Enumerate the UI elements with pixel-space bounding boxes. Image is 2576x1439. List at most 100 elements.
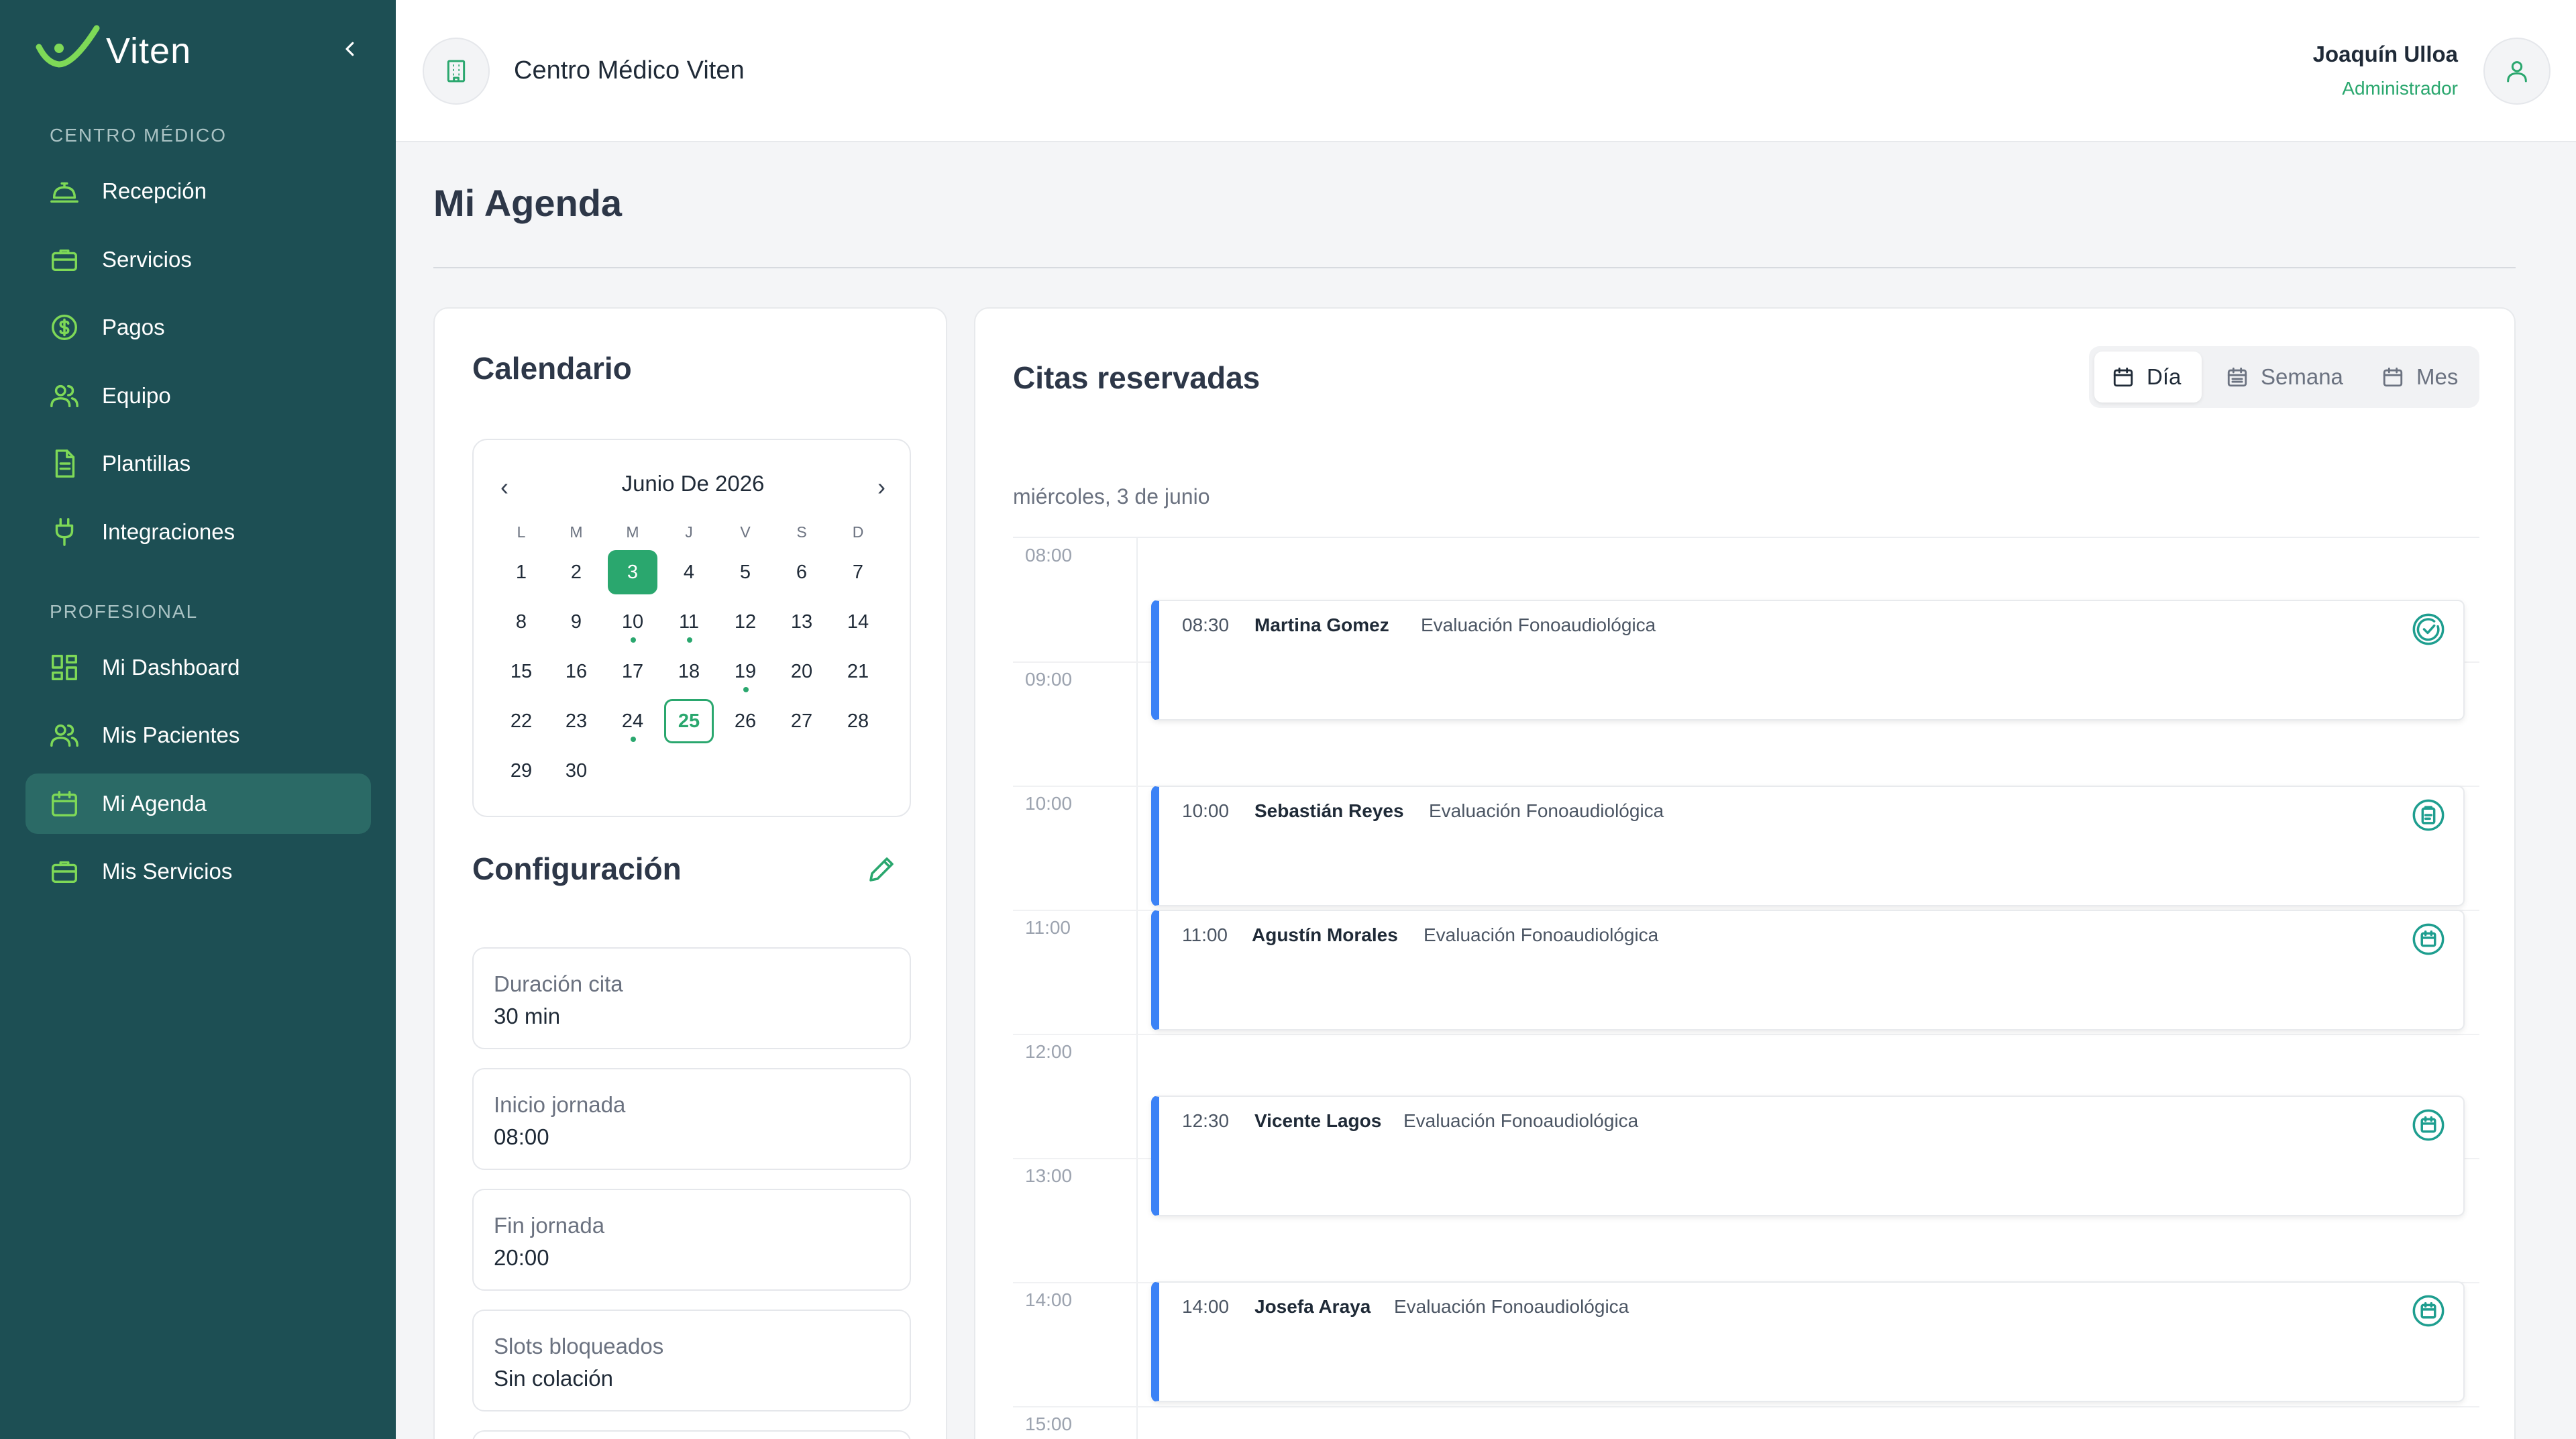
appointment-indicator-dot bbox=[687, 637, 692, 643]
sidebar-item-servicios[interactable]: Servicios bbox=[25, 229, 371, 290]
time-label: 15:00 bbox=[1025, 1414, 1073, 1434]
calendar-day-number: 4 bbox=[683, 561, 695, 583]
sidebar-item-label: Plantillas bbox=[102, 451, 191, 476]
sidebar-item-mi-agenda[interactable]: Mi Agenda bbox=[25, 774, 371, 834]
calendar-day-number: 11 bbox=[678, 610, 700, 633]
config-slots-bloqueados[interactable]: Slots bloqueados Sin colación bbox=[472, 1310, 911, 1411]
calendar-day[interactable]: 22 bbox=[496, 699, 546, 743]
calendar-circle-icon[interactable] bbox=[2411, 922, 2446, 957]
config-card-partial[interactable] bbox=[472, 1430, 911, 1439]
calendar-day[interactable]: 9 bbox=[551, 600, 601, 644]
view-month-button[interactable]: Mes bbox=[2364, 352, 2474, 403]
sidebar-item-mi-dashboard[interactable]: Mi Dashboard bbox=[25, 637, 371, 698]
appointment-time: 08:30 bbox=[1182, 615, 1230, 635]
calendar-day-number: 22 bbox=[510, 710, 533, 732]
user-avatar-button[interactable] bbox=[2483, 38, 2551, 105]
calendar-day[interactable]: 19 bbox=[720, 649, 770, 694]
calendar-day[interactable]: 3 bbox=[608, 550, 657, 594]
appointment-indicator-dot bbox=[743, 687, 749, 692]
view-week-button[interactable]: Semana bbox=[2208, 352, 2356, 403]
calendar-day-number: 1 bbox=[515, 561, 527, 583]
calendar-day[interactable]: 12 bbox=[720, 600, 770, 644]
time-label: 08:00 bbox=[1025, 545, 1073, 566]
calendar-day[interactable]: 27 bbox=[777, 699, 826, 743]
calendar-day-number: 3 bbox=[627, 561, 639, 583]
calendar-day[interactable]: 16 bbox=[551, 649, 601, 694]
calendar-day[interactable]: 30 bbox=[551, 749, 601, 793]
calendar-day[interactable]: 8 bbox=[496, 600, 546, 644]
appointment-card[interactable]: 11:00 Agustín Morales Evaluación Fonoaud… bbox=[1151, 910, 2465, 1030]
calendar-day-number: 30 bbox=[565, 759, 588, 782]
calendar-day-number: 5 bbox=[739, 561, 751, 583]
sidebar: Viten CENTRO MÉDICO Recepción Servicios … bbox=[0, 0, 396, 1439]
calendar-day[interactable]: 26 bbox=[720, 699, 770, 743]
sidebar-item-recepcion[interactable]: Recepción bbox=[25, 161, 371, 221]
view-label: Día bbox=[2147, 364, 2182, 389]
sidebar-item-plantillas[interactable]: Plantillas bbox=[25, 433, 371, 494]
calendar-day-number: 19 bbox=[734, 660, 757, 682]
calendar-day[interactable]: 5 bbox=[720, 550, 770, 594]
calendar-day[interactable]: 14 bbox=[833, 600, 883, 644]
config-inicio-jornada[interactable]: Inicio jornada 08:00 bbox=[472, 1068, 911, 1170]
sidebar-item-mis-servicios[interactable]: Mis Servicios bbox=[25, 841, 371, 902]
configuracion-heading: Configuración bbox=[472, 851, 682, 886]
calendar-day[interactable]: 13 bbox=[777, 600, 826, 644]
appointment-card[interactable]: 12:30 Vicente Lagos Evaluación Fonoaudio… bbox=[1151, 1096, 2465, 1216]
calendar-circle-icon[interactable] bbox=[2411, 1108, 2446, 1142]
calendar-day-number: 8 bbox=[515, 610, 527, 633]
calendar-day[interactable]: 2 bbox=[551, 550, 601, 594]
sidebar-item-label: Mis Servicios bbox=[102, 859, 233, 884]
edit-config-button[interactable] bbox=[861, 849, 902, 890]
time-label: 13:00 bbox=[1025, 1165, 1073, 1186]
briefcase-icon bbox=[48, 855, 80, 888]
config-duracion-cita[interactable]: Duración cita 30 min bbox=[472, 947, 911, 1049]
sidebar-item-integraciones[interactable]: Integraciones bbox=[25, 502, 371, 562]
appointment-patient: Josefa Araya bbox=[1254, 1296, 1371, 1317]
calendar-day[interactable]: 23 bbox=[551, 699, 601, 743]
organization-button[interactable] bbox=[423, 38, 490, 105]
calendar-day[interactable]: 18 bbox=[664, 649, 714, 694]
calendar-day[interactable]: 11 bbox=[664, 600, 714, 644]
calendar-day[interactable]: 7 bbox=[833, 550, 883, 594]
appointment-patient: Vicente Lagos bbox=[1254, 1110, 1382, 1131]
brand-logo[interactable]: Viten bbox=[35, 24, 191, 78]
appointment-card[interactable]: 08:30 Martina Gomez Evaluación Fonoaudio… bbox=[1151, 600, 2465, 721]
config-fin-jornada[interactable]: Fin jornada 20:00 bbox=[472, 1189, 911, 1291]
calendar-day[interactable]: 4 bbox=[664, 550, 714, 594]
calendar-day[interactable]: 1 bbox=[496, 550, 546, 594]
calendar-day[interactable]: 25 bbox=[664, 699, 714, 743]
next-month-button[interactable]: › bbox=[861, 467, 902, 507]
calendar-circle-icon[interactable] bbox=[2411, 1293, 2446, 1328]
appointment-service: Evaluación Fonoaudiológica bbox=[1421, 615, 1656, 635]
appointment-card[interactable]: 14:00 Josefa Araya Evaluación Fonoaudiol… bbox=[1151, 1281, 2465, 1402]
calendar-day-number: 6 bbox=[796, 561, 808, 583]
view-day-button[interactable]: Día bbox=[2094, 352, 2202, 403]
calendar-day[interactable]: 20 bbox=[777, 649, 826, 694]
sidebar-item-equipo[interactable]: Equipo bbox=[25, 366, 371, 426]
calendar-day-number: 7 bbox=[852, 561, 864, 583]
appointment-indicator-dot bbox=[631, 637, 636, 643]
calendar-day[interactable]: 17 bbox=[608, 649, 657, 694]
organization-name: Centro Médico Viten bbox=[514, 56, 745, 85]
calendar-day[interactable]: 6 bbox=[777, 550, 826, 594]
check-circle-icon[interactable] bbox=[2411, 612, 2446, 647]
calendar-day[interactable]: 10 bbox=[608, 600, 657, 644]
clipboard-icon[interactable] bbox=[2411, 798, 2446, 833]
calendar-day[interactable]: 15 bbox=[496, 649, 546, 694]
calendar-day[interactable]: 24 bbox=[608, 699, 657, 743]
sidebar-item-mis-pacientes[interactable]: Mis Pacientes bbox=[25, 705, 371, 765]
calendar-day[interactable]: 21 bbox=[833, 649, 883, 694]
calendar-day[interactable]: 28 bbox=[833, 699, 883, 743]
appointment-patient: Martina Gomez bbox=[1254, 615, 1389, 635]
plug-icon bbox=[48, 516, 80, 548]
calendar-day-number: 24 bbox=[621, 710, 644, 732]
section-label-centro-medico: CENTRO MÉDICO bbox=[50, 125, 227, 146]
calendar-day-number: 25 bbox=[678, 710, 700, 732]
appointment-card[interactable]: 10:00 Sebastián Reyes Evaluación Fonoaud… bbox=[1151, 786, 2465, 906]
collapse-sidebar-button[interactable] bbox=[335, 32, 365, 66]
sidebar-item-pagos[interactable]: Pagos bbox=[25, 297, 371, 358]
appointment-time: 12:30 bbox=[1182, 1110, 1230, 1131]
calendar-day[interactable]: 29 bbox=[496, 749, 546, 793]
calendar-day-number: 20 bbox=[790, 660, 813, 682]
calendar-icon bbox=[48, 788, 80, 820]
